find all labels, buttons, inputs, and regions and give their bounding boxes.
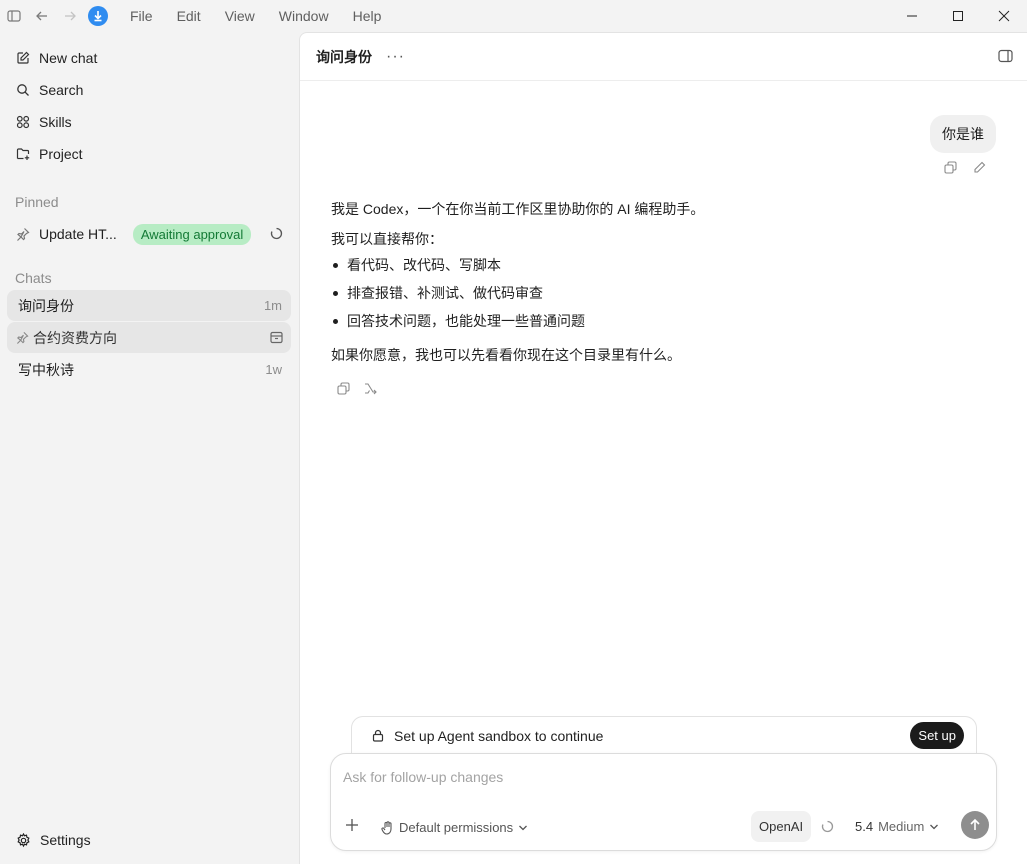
menu-help[interactable]: Help: [341, 0, 394, 32]
copy-icon[interactable]: [944, 161, 957, 174]
send-button[interactable]: [961, 811, 989, 839]
chevron-down-icon: [929, 822, 939, 832]
menu-view[interactable]: View: [213, 0, 267, 32]
user-message-bubble: 你是谁: [930, 115, 996, 153]
settings-label: Settings: [40, 832, 91, 848]
maximize-button[interactable]: [935, 0, 981, 32]
gear-icon: [16, 832, 31, 848]
set-up-button[interactable]: Set up: [910, 722, 964, 749]
user-message-actions: [944, 161, 986, 174]
chats-section-label: Chats: [15, 270, 52, 286]
search-button[interactable]: Search: [0, 74, 299, 106]
archive-icon[interactable]: [270, 331, 283, 344]
sandbox-notice: Set up Agent sandbox to continue Set up: [351, 716, 977, 754]
grid-icon: [16, 115, 30, 129]
menu-window[interactable]: Window: [267, 0, 341, 32]
assistant-intro: 我是 Codex，一个在你当前工作区里协助你的 AI 编程助手。: [331, 201, 705, 217]
menu-file[interactable]: File: [118, 0, 165, 32]
page-title: 询问身份: [316, 48, 372, 65]
composer: Ask for follow-up changes Default permis…: [330, 753, 997, 851]
assistant-message: 我是 Codex，一个在你当前工作区里协助你的 AI 编程助手。 我可以直接帮你…: [331, 199, 991, 375]
title-bar: File Edit View Window Help: [0, 0, 1027, 32]
minimize-button[interactable]: [889, 0, 935, 32]
loading-spinner-icon: [270, 227, 283, 240]
composer-toolbar: Default permissions OpenAI 5.4 Medium: [331, 806, 996, 850]
model-version: 5.4: [855, 819, 874, 834]
forward-arrow-icon[interactable]: [56, 0, 84, 32]
lock-icon: [372, 729, 384, 742]
download-icon[interactable]: [84, 0, 112, 32]
new-chat-label: New chat: [39, 50, 98, 66]
chat-item[interactable]: 写中秋诗 1w: [7, 354, 291, 385]
awaiting-approval-badge: Awaiting approval: [132, 223, 252, 245]
fork-icon[interactable]: [364, 382, 377, 395]
pinned-section-label: Pinned: [15, 194, 59, 210]
skills-label: Skills: [39, 114, 72, 130]
folder-add-icon: [16, 147, 30, 161]
pin-icon[interactable]: [16, 331, 29, 344]
new-chat-button[interactable]: New chat: [0, 42, 299, 74]
side-panel-toggle-icon[interactable]: [998, 49, 1013, 63]
edit-icon[interactable]: [973, 161, 986, 174]
pinned-chat-item[interactable]: Update HT... Awaiting approval: [0, 218, 299, 250]
loading-spinner-icon: [821, 820, 834, 833]
chevron-down-icon: [518, 823, 528, 833]
chat-item-label: 合约资费方向: [33, 329, 117, 346]
list-item: 排查报错、补测试、做代码审查: [331, 279, 991, 307]
sidebar: New chat Search Skills Project Pinned Up…: [0, 32, 299, 864]
edit-icon: [16, 51, 30, 65]
reasoning-effort: Medium: [878, 819, 925, 834]
permissions-dropdown[interactable]: Default permissions: [381, 820, 528, 835]
assistant-closing: 如果你愿意，我也可以先看看你现在这个目录里有什么。: [331, 347, 681, 363]
pin-icon: [16, 227, 30, 241]
chat-item-hovered[interactable]: 合约资费方向: [7, 322, 291, 353]
hand-icon: [381, 820, 394, 835]
chat-item-time: 1m: [263, 298, 282, 313]
menu-edit[interactable]: Edit: [165, 0, 213, 32]
project-label: Project: [39, 146, 83, 162]
main-panel: 询问身份 ··· 你是谁 我是 Codex，一个在你当前工作区里协助你的 AI …: [299, 32, 1027, 864]
list-item: 看代码、改代码、写脚本: [331, 251, 991, 279]
model-dropdown[interactable]: 5.4 Medium: [855, 819, 939, 834]
search-label: Search: [39, 82, 84, 98]
permissions-label: Default permissions: [399, 820, 514, 835]
settings-button[interactable]: Settings: [16, 832, 91, 848]
add-attachment-button[interactable]: [345, 818, 359, 832]
skills-button[interactable]: Skills: [0, 106, 299, 138]
copy-icon[interactable]: [337, 382, 350, 395]
chat-item-label: 写中秋诗: [18, 361, 74, 378]
chat-item-time: 1w: [265, 362, 282, 377]
assistant-message-actions: [337, 382, 377, 395]
more-options-icon[interactable]: ···: [386, 48, 405, 66]
project-button[interactable]: Project: [0, 138, 299, 170]
menu-bar: File Edit View Window Help: [118, 0, 393, 32]
sandbox-notice-text: Set up Agent sandbox to continue: [394, 727, 604, 744]
list-item: 回答技术问题，也能处理一些普通问题: [331, 307, 991, 335]
chat-item-active[interactable]: 询问身份 1m: [7, 290, 291, 321]
provider-button[interactable]: OpenAI: [751, 811, 812, 842]
assistant-lead: 我可以直接帮你：: [331, 231, 443, 247]
chat-item-label: 询问身份: [18, 297, 74, 314]
sidebar-toggle-icon[interactable]: [0, 0, 28, 32]
assistant-bullet-list: 看代码、改代码、写脚本 排查报错、补测试、做代码审查 回答技术问题，也能处理一些…: [331, 251, 991, 335]
window-controls: [889, 0, 1027, 32]
pinned-chat-label: Update HT...: [39, 226, 117, 242]
search-icon: [16, 83, 30, 97]
close-button[interactable]: [981, 0, 1027, 32]
back-arrow-icon[interactable]: [28, 0, 56, 32]
follow-up-input[interactable]: Ask for follow-up changes: [343, 769, 503, 785]
main-header: 询问身份 ···: [300, 33, 1027, 81]
